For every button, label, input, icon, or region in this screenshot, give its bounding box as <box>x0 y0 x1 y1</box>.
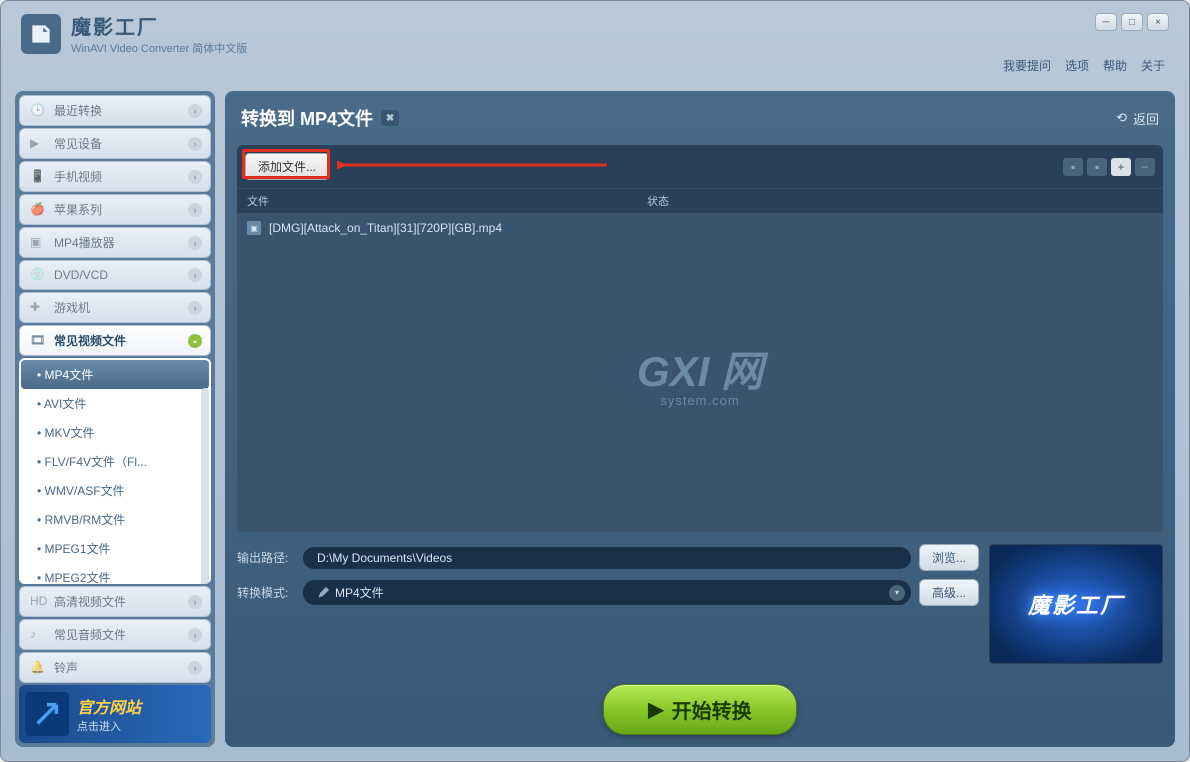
chevron-right-icon: › <box>188 628 202 642</box>
link-options[interactable]: 选项 <box>1065 57 1089 74</box>
chevron-right-icon: › <box>188 301 202 315</box>
col-file: 文件 <box>247 193 647 209</box>
cat-video-common[interactable]: 🎞常见视频文件⌄ <box>19 325 211 356</box>
player-icon: ▣ <box>30 235 46 251</box>
mode-dropdown[interactable]: MP4文件 ▾ <box>303 580 911 605</box>
chevron-right-icon: › <box>188 137 202 151</box>
options-area: 输出路径: D:\My Documents\Videos 浏览... 转换模式:… <box>237 544 1163 664</box>
advanced-button[interactable]: 高级... <box>919 579 979 606</box>
sub-mpeg2[interactable]: MPEG2文件 <box>21 563 209 584</box>
sub-avi[interactable]: AVI文件 <box>21 389 209 418</box>
sub-rmvb[interactable]: RMVB/RM文件 <box>21 505 209 534</box>
return-icon: ⟲ <box>1116 110 1127 126</box>
chevron-right-icon: › <box>188 236 202 250</box>
watermark: GXI 网 system.com <box>637 338 763 408</box>
promo-title: 官方网站 <box>77 694 141 718</box>
chevron-right-icon: › <box>188 268 202 282</box>
play-icon: ▶ <box>648 697 663 722</box>
file-name: [DMG][Attack_on_Titan][31][720P][GB].mp4 <box>269 221 502 235</box>
gamepad-icon: ✚ <box>30 300 46 316</box>
annotation-arrow <box>337 159 617 179</box>
device-icon: ▶ <box>30 136 46 152</box>
window-controls: ─ □ × <box>1095 13 1169 31</box>
sub-wmv[interactable]: WMV/ASF文件 <box>21 476 209 505</box>
music-icon: ♪ <box>30 627 46 643</box>
sub-format-list: MP4文件 AVI文件 MKV文件 FLV/F4V文件（Fl... WMV/AS… <box>19 358 211 584</box>
app-logo-icon <box>21 14 61 54</box>
top-links: 我要提问 选项 帮助 关于 <box>1003 57 1165 74</box>
file-toolbar: 添加文件... ▪ ▪ + − <box>237 145 1163 188</box>
start-area: ▶ 开始转换 <box>237 664 1163 739</box>
content-area: 🕒最近转换› ▶常见设备› 📱手机视频› 🍎苹果系列› ▣MP4播放器› 💿DV… <box>15 91 1175 747</box>
app-window: 魔影工厂 WinAVI Video Converter 简体中文版 ─ □ × … <box>0 0 1190 762</box>
cat-ringtone[interactable]: 🔔铃声› <box>19 652 211 683</box>
link-feedback[interactable]: 我要提问 <box>1003 57 1051 74</box>
main-panel: 转换到 MP4文件 ✖ ⟲ 返回 添加文件... ▪ ▪ + − <box>225 91 1175 747</box>
chevron-right-icon: › <box>188 595 202 609</box>
chevron-right-icon: › <box>188 104 202 118</box>
promo-arrow-icon <box>25 692 69 736</box>
toolbar-btn-1[interactable]: ▪ <box>1063 158 1083 176</box>
sub-mkv[interactable]: MKV文件 <box>21 418 209 447</box>
output-path-label: 输出路径: <box>237 549 295 566</box>
cat-mobile[interactable]: 📱手机视频› <box>19 161 211 192</box>
file-list-header: 文件 状态 <box>237 188 1163 213</box>
browse-button[interactable]: 浏览... <box>919 544 979 571</box>
settings-icon[interactable]: ✖ <box>381 110 399 126</box>
promo-subtitle: 点击进入 <box>77 718 141 734</box>
mode-label: 转换模式: <box>237 584 295 601</box>
chevron-down-icon: ⌄ <box>188 334 202 348</box>
sidebar: 🕒最近转换› ▶常见设备› 📱手机视频› 🍎苹果系列› ▣MP4播放器› 💿DV… <box>15 91 215 747</box>
logo-area: 魔影工厂 WinAVI Video Converter 简体中文版 <box>21 11 247 56</box>
chevron-right-icon: › <box>188 203 202 217</box>
cat-console[interactable]: ✚游戏机› <box>19 292 211 323</box>
cat-dvd[interactable]: 💿DVD/VCD› <box>19 260 211 290</box>
pencil-icon <box>317 587 329 599</box>
film-icon: 🎞 <box>30 333 46 349</box>
app-subtitle: WinAVI Video Converter 简体中文版 <box>71 40 247 56</box>
sub-scrollbar[interactable] <box>201 388 209 584</box>
sub-flv[interactable]: FLV/F4V文件（Fl... <box>21 447 209 476</box>
link-help[interactable]: 帮助 <box>1103 57 1127 74</box>
link-about[interactable]: 关于 <box>1141 57 1165 74</box>
chevron-down-icon: ▾ <box>889 585 905 601</box>
cat-mp4player[interactable]: ▣MP4播放器› <box>19 227 211 258</box>
minimize-button[interactable]: ─ <box>1095 13 1117 31</box>
cat-apple[interactable]: 🍎苹果系列› <box>19 194 211 225</box>
maximize-button[interactable]: □ <box>1121 13 1143 31</box>
cat-recent[interactable]: 🕒最近转换› <box>19 95 211 126</box>
video-file-icon: ▣ <box>247 221 261 235</box>
toolbar-remove-button[interactable]: − <box>1135 158 1155 176</box>
app-title: 魔影工厂 <box>71 11 247 40</box>
cat-video-hd[interactable]: HD高清视频文件› <box>19 586 211 617</box>
phone-icon: 📱 <box>30 169 46 185</box>
output-path-field[interactable]: D:\My Documents\Videos <box>303 547 911 569</box>
hd-icon: HD <box>30 594 46 610</box>
toolbar-add-button[interactable]: + <box>1111 158 1131 176</box>
cat-devices[interactable]: ▶常见设备› <box>19 128 211 159</box>
page-header: 转换到 MP4文件 ✖ ⟲ 返回 <box>237 99 1163 137</box>
toolbar-btn-2[interactable]: ▪ <box>1087 158 1107 176</box>
file-list: ▣ [DMG][Attack_on_Titan][31][720P][GB].m… <box>237 213 1163 532</box>
clock-icon: 🕒 <box>30 103 46 119</box>
preview-panel: 魔影工厂 <box>989 544 1163 664</box>
promo-banner[interactable]: 官方网站 点击进入 <box>19 685 211 743</box>
sub-mp4[interactable]: MP4文件 <box>21 360 209 389</box>
add-files-button[interactable]: 添加文件... <box>245 153 329 180</box>
bell-icon: 🔔 <box>30 660 46 676</box>
cat-audio[interactable]: ♪常见音频文件› <box>19 619 211 650</box>
page-title: 转换到 MP4文件 ✖ <box>241 105 399 131</box>
titlebar: 魔影工厂 WinAVI Video Converter 简体中文版 ─ □ × … <box>1 1 1189 81</box>
close-button[interactable]: × <box>1147 13 1169 31</box>
chevron-right-icon: › <box>188 170 202 184</box>
sub-mpeg1[interactable]: MPEG1文件 <box>21 534 209 563</box>
start-convert-button[interactable]: ▶ 开始转换 <box>603 684 796 735</box>
back-button[interactable]: ⟲ 返回 <box>1116 109 1159 128</box>
disc-icon: 💿 <box>30 267 46 283</box>
apple-icon: 🍎 <box>30 202 46 218</box>
file-row[interactable]: ▣ [DMG][Attack_on_Titan][31][720P][GB].m… <box>243 219 1157 237</box>
chevron-right-icon: › <box>188 661 202 675</box>
col-status: 状态 <box>647 193 669 209</box>
